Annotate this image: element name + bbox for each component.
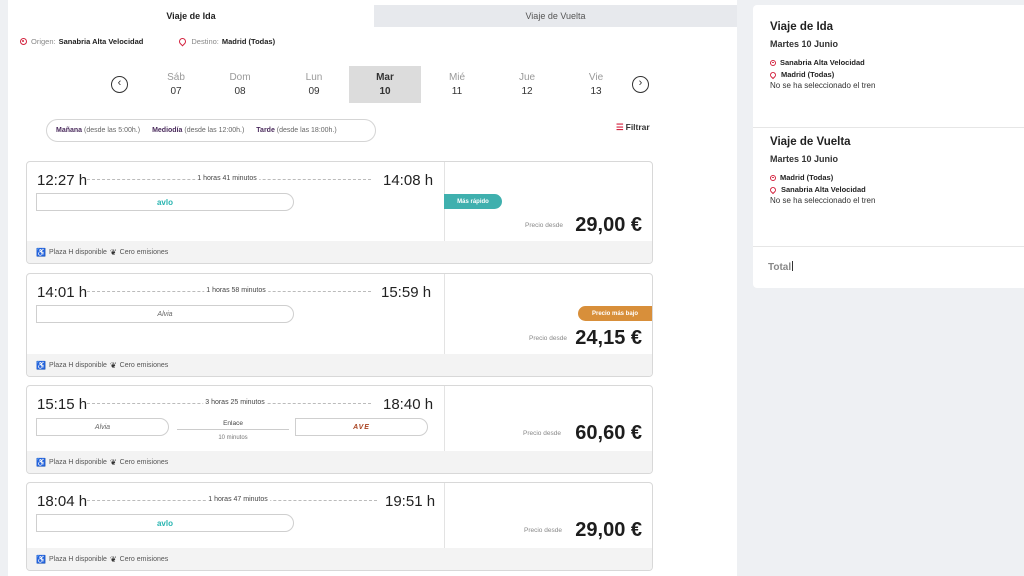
- origin-icon: [770, 174, 776, 181]
- trip-features: ♿ Plaza H disponible ❦ Cero emisiones: [27, 241, 652, 263]
- summary-outbound-title: Viaje de Ida: [770, 21, 834, 33]
- summary-return-note: No se ha seleccionado el tren: [770, 196, 876, 205]
- departure-time: 14:01 h: [37, 284, 88, 301]
- price: 24,15 €: [575, 327, 642, 349]
- price-label: Precio desde: [529, 335, 567, 342]
- price-label: Precio desde: [525, 222, 563, 229]
- price-label: Precio desde: [523, 430, 561, 437]
- date-selector: ‹ Sáb 07 Dom 08 Lun 09 Mar 10 Mié 11 Jue 12 Vi…: [103, 66, 663, 103]
- arrival-time: 18:40 h: [383, 396, 434, 413]
- trip-card[interactable]: 15:15 h 3 horas 25 minutos 18:40 h Alvia…: [26, 385, 653, 474]
- train-type-2: AVE: [295, 418, 428, 436]
- wheelchair-icon: ♿: [36, 554, 46, 564]
- summary-outbound-from: Sanabria Alta Velocidad: [770, 58, 875, 67]
- departure-time: 12:27 h: [37, 172, 88, 189]
- connection-time: 10 minutos: [218, 435, 248, 441]
- tab-outbound[interactable]: Viaje de Ida: [8, 5, 374, 27]
- destination-value: Madrid (Todas): [221, 37, 276, 46]
- trip-features: ♿ Plaza H disponible ❦ Cero emisiones: [27, 548, 652, 570]
- summary-total: Total: [768, 262, 792, 273]
- leaf-icon: ❦: [109, 554, 117, 564]
- train-type: avlo: [36, 193, 294, 211]
- destination-pin-icon: [768, 185, 778, 194]
- trip-duration: 1 horas 47 minutos: [206, 496, 270, 503]
- price: 29,00 €: [575, 214, 642, 236]
- date-wed[interactable]: Mié 11: [421, 66, 493, 103]
- wheelchair-icon: ♿: [36, 247, 46, 257]
- filter-midday[interactable]: Mediodía (desde las 12:00h.): [152, 127, 244, 134]
- trip-card[interactable]: 12:27 h 1 horas 41 minutos 14:08 h avlo …: [26, 161, 653, 264]
- trip-summary-panel: Viaje de Ida Martes 10 Junio Sanabria Al…: [753, 5, 1024, 288]
- route-info: Origen: Sanabria Alta Velocidad Destino:…: [20, 36, 276, 47]
- summary-outbound-date: Martes 10 Junio: [770, 39, 839, 49]
- trip-tabs: Viaje de Ida Viaje de Vuelta: [8, 5, 737, 27]
- connection-info: Enlace 10 minutos: [177, 420, 289, 441]
- departure-time: 18:04 h: [37, 493, 88, 510]
- filter-afternoon[interactable]: Tarde (desde las 18:00h.): [256, 127, 336, 134]
- train-type: Alvia: [36, 418, 169, 436]
- price: 60,60 €: [575, 422, 642, 444]
- trip-card[interactable]: 18:04 h 1 horas 47 minutos 19:51 h avlo …: [26, 482, 653, 571]
- arrival-time: 15:59 h: [381, 284, 432, 301]
- filter-button[interactable]: ☰ Filtrar: [616, 122, 650, 133]
- tab-return[interactable]: Viaje de Vuelta: [374, 5, 737, 27]
- destination-pin-icon: [768, 70, 778, 79]
- summary-return-date: Martes 10 Junio: [770, 154, 839, 164]
- summary-return-to: Sanabria Alta Velocidad: [768, 185, 875, 194]
- arrival-time: 14:08 h: [383, 172, 434, 189]
- connection-label: Enlace: [223, 420, 243, 427]
- summary-outbound: Viaje de Ida Martes 10 Junio Sanabria Al…: [768, 21, 876, 90]
- summary-outbound-to: Madrid (Todas): [768, 70, 875, 79]
- route-destination: Destino: Madrid (Todas): [177, 36, 276, 47]
- prev-date-icon[interactable]: ‹: [111, 76, 128, 93]
- filter-icon: ☰: [616, 122, 624, 132]
- destination-label: Destino:: [191, 37, 219, 46]
- trip-card[interactable]: 14:01 h 1 horas 58 minutos 15:59 h Alvia…: [26, 273, 653, 377]
- origin-icon: [770, 59, 776, 66]
- leaf-icon: ❦: [109, 247, 117, 257]
- origin-value: Sanabria Alta Velocidad: [58, 37, 144, 46]
- leaf-icon: ❦: [109, 360, 117, 370]
- date-sat[interactable]: Sáb 07: [140, 66, 212, 103]
- date-sun[interactable]: Dom 08: [204, 66, 276, 103]
- summary-return-from: Madrid (Todas): [770, 173, 875, 182]
- time-of-day-filters: Mañana (desde las 5:00h.) Mediodía (desd…: [46, 119, 376, 142]
- leaf-icon: ❦: [109, 457, 117, 467]
- summary-return: Viaje de Vuelta Martes 10 Junio Madrid (…: [768, 136, 876, 205]
- route-origin: Origen: Sanabria Alta Velocidad: [20, 37, 143, 46]
- filter-morning[interactable]: Mañana (desde las 5:00h.): [56, 127, 140, 134]
- trip-duration: 3 horas 25 minutos: [203, 399, 267, 406]
- price-label: Precio desde: [524, 527, 562, 534]
- departure-time: 15:15 h: [37, 396, 88, 413]
- date-fri[interactable]: Vie 13: [560, 66, 632, 103]
- origin-icon: [20, 38, 27, 45]
- train-type: Alvia: [36, 305, 294, 323]
- date-mon[interactable]: Lun 09: [278, 66, 350, 103]
- trip-duration: 1 horas 41 minutos: [195, 175, 259, 182]
- date-tue-selected[interactable]: Mar 10: [349, 66, 421, 103]
- trip-features: ♿ Plaza H disponible ❦ Cero emisiones: [27, 451, 652, 473]
- fastest-badge: Más rápido: [444, 194, 502, 209]
- price: 29,00 €: [575, 519, 642, 541]
- summary-outbound-note: No se ha seleccionado el tren: [770, 81, 876, 90]
- trip-features: ♿ Plaza H disponible ❦ Cero emisiones: [27, 354, 652, 376]
- train-type: avlo: [36, 514, 294, 532]
- arrival-time: 19:51 h: [385, 493, 436, 510]
- origin-label: Origen:: [31, 37, 56, 46]
- results-panel: Viaje de Ida Viaje de Vuelta Origen: San…: [8, 0, 737, 576]
- lowest-price-badge: Precio más bajo: [578, 306, 652, 321]
- destination-pin-icon: [177, 36, 188, 47]
- trip-duration: 1 horas 58 minutos: [204, 287, 268, 294]
- wheelchair-icon: ♿: [36, 457, 46, 467]
- next-date-icon[interactable]: ›: [632, 76, 649, 93]
- summary-return-title: Viaje de Vuelta: [770, 136, 851, 148]
- date-thu[interactable]: Jue 12: [491, 66, 563, 103]
- wheelchair-icon: ♿: [36, 360, 46, 370]
